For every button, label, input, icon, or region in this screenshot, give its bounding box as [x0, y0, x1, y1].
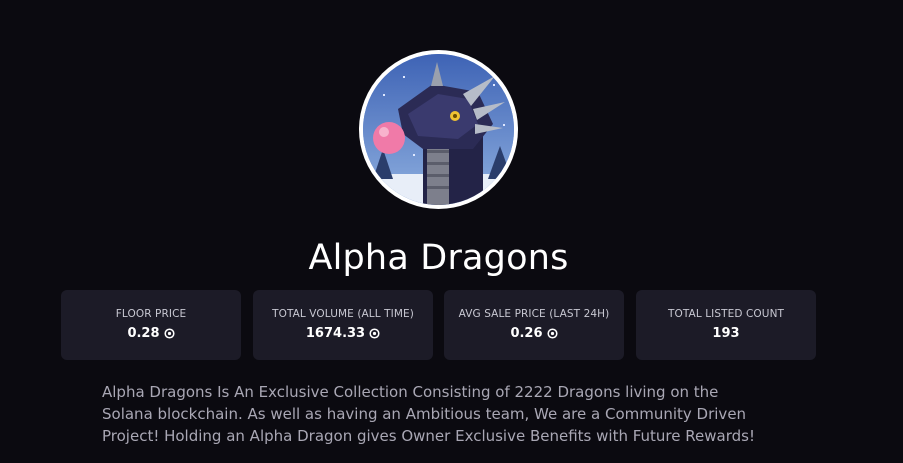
stat-value: 0.26	[456, 326, 612, 341]
stat-label: FLOOR PRICE	[115, 308, 187, 320]
collection-avatar	[359, 50, 518, 209]
stat-card-total-listed-count: TOTAL LISTED COUNT 193	[636, 290, 816, 360]
stat-label: AVG SALE PRICE (LAST 24H)	[458, 308, 610, 320]
stat-value-number: 1674.33	[305, 326, 366, 341]
stat-value: 0.28	[73, 326, 229, 341]
collection-description: Alpha Dragons Is An Exclusive Collection…	[102, 383, 755, 445]
sol-icon	[369, 328, 380, 339]
dragon-avatar-icon	[363, 54, 514, 205]
stat-card-floor-price: FLOOR PRICE 0.28	[61, 290, 241, 360]
sol-icon	[546, 328, 558, 339]
stat-value: 1674.33	[265, 326, 421, 341]
stat-value-number: 0.28	[127, 326, 160, 341]
stat-card-avg-sale-price: AVG SALE PRICE (LAST 24H) 0.26	[444, 290, 624, 360]
stat-value: 193	[648, 326, 804, 341]
stat-label: TOTAL VOLUME (ALL TIME)	[272, 308, 414, 320]
collection-title: Alpha Dragons	[308, 238, 569, 278]
stat-card-total-volume: TOTAL VOLUME (ALL TIME) 1674.33	[253, 290, 433, 360]
stat-value-number: 0.26	[510, 326, 543, 341]
stat-value-number: 193	[712, 326, 740, 341]
sol-icon	[163, 328, 175, 339]
collection-page: Alpha Dragons FLOOR PRICE 0.28 TOTAL VOL…	[0, 0, 903, 463]
stat-label: TOTAL LISTED COUNT	[667, 308, 785, 320]
